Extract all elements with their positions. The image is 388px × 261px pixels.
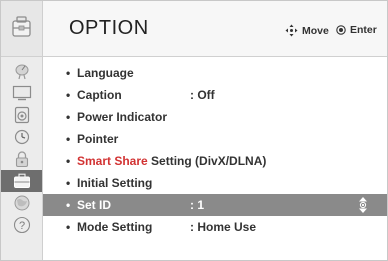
menu-item-label: Caption	[77, 88, 122, 102]
monitor-icon	[12, 85, 31, 101]
sidebar-item-support[interactable]: ?	[1, 214, 42, 236]
menu-item-initial-setting[interactable]: • Initial Setting	[43, 172, 387, 194]
menu-item-pointer[interactable]: • Pointer	[43, 128, 387, 150]
page-title: OPTION	[69, 17, 149, 39]
bullet: •	[66, 66, 71, 80]
bullet: •	[66, 154, 71, 168]
move-hint: Move	[285, 24, 329, 37]
clock-icon	[14, 129, 29, 145]
menu-item-label: Mode Setting	[77, 220, 153, 234]
header-icon-cell	[1, 1, 43, 56]
category-sidebar: ?	[1, 57, 43, 260]
menu-header: OPTION Move Enter	[1, 1, 387, 57]
sidebar-item-lock[interactable]	[1, 148, 42, 170]
menu-item-language[interactable]: • Language	[43, 62, 387, 84]
option-menu-window: OPTION Move Enter ? • Language • Caption…	[0, 0, 388, 261]
sidebar-item-network[interactable]	[1, 192, 42, 214]
ok-button-icon	[336, 25, 346, 35]
padlock-icon	[15, 151, 28, 168]
menu-item-label: Set ID	[77, 198, 112, 212]
four-way-arrow-icon	[285, 24, 298, 37]
menu-item-label: Language	[77, 66, 134, 80]
bullet: •	[66, 198, 71, 212]
toolbox-icon	[13, 173, 30, 188]
bullet: •	[66, 110, 71, 124]
sidebar-item-time[interactable]	[1, 126, 42, 148]
menu-item-label: Initial Setting	[77, 176, 153, 190]
menu-item-label: Pointer	[77, 132, 119, 146]
enter-label: Enter	[350, 24, 377, 36]
menu-item-value: : 1	[190, 198, 205, 212]
menu-item-label: Power Indicator	[77, 110, 168, 124]
help-glyph: ?	[18, 220, 24, 232]
speaker-icon	[14, 106, 29, 124]
sidebar-item-audio[interactable]	[1, 104, 42, 126]
sidebar-item-option[interactable]	[1, 170, 42, 192]
enter-hint: Enter	[336, 24, 377, 36]
menu-item-power-indicator[interactable]: • Power Indicator	[43, 106, 387, 128]
bullet: •	[66, 132, 71, 146]
smart-share-brand: Smart Share	[77, 154, 148, 168]
bullet: •	[66, 220, 71, 234]
menu-item-value: : Off	[190, 88, 215, 102]
menu-item-mode-setting[interactable]: • Mode Setting : Home Use	[43, 216, 387, 238]
toolbox-icon	[12, 16, 31, 37]
globe-icon	[14, 195, 29, 211]
satellite-dish-icon	[15, 64, 28, 80]
bullet: •	[66, 176, 71, 190]
menu-item-label-rest: Setting (DivX/DLNA)	[147, 154, 267, 168]
sidebar-item-picture[interactable]	[1, 82, 42, 104]
sidebar-item-channel[interactable]	[1, 60, 42, 82]
menu-item-label: Smart Share Setting (DivX/DLNA)	[77, 154, 266, 168]
menu-item-smart-share-setting[interactable]: • Smart Share Setting (DivX/DLNA)	[43, 150, 387, 172]
help-icon: ?	[13, 216, 30, 234]
bullet: •	[66, 88, 71, 102]
menu-item-caption[interactable]: • Caption : Off	[43, 84, 387, 106]
move-label: Move	[302, 24, 329, 37]
menu-item-set-id[interactable]: • Set ID : 1	[43, 194, 387, 216]
up-down-adjust-icon[interactable]	[357, 196, 369, 214]
menu-item-value: : Home Use	[190, 220, 257, 234]
